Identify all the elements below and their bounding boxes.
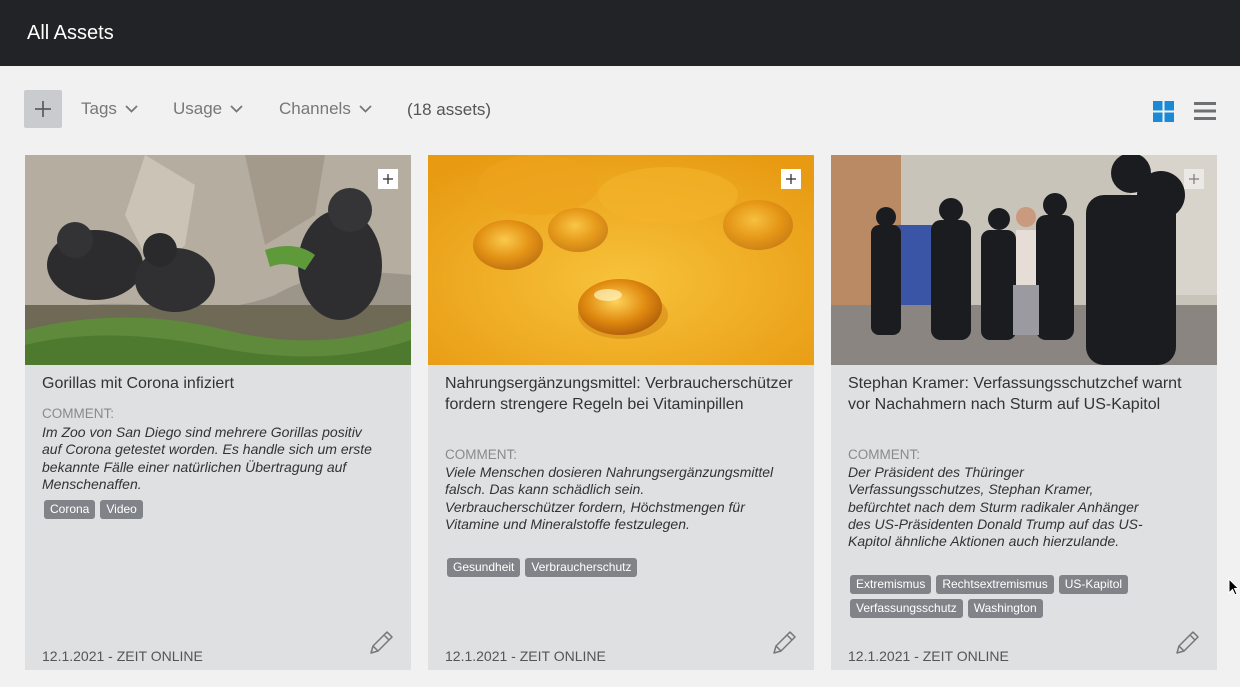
tags-filter-dropdown[interactable]: Tags: [81, 99, 138, 119]
tag-list: Corona Video: [44, 500, 394, 519]
asset-headline[interactable]: Nahrungsergänzungsmittel: Verbrauchersch…: [445, 374, 795, 415]
pencil-icon[interactable]: [367, 629, 395, 657]
asset-date-source: 12.1.2021 - ZEIT ONLINE: [42, 648, 203, 664]
tag[interactable]: Corona: [44, 500, 96, 519]
tag[interactable]: US-Kapitol: [1058, 575, 1129, 594]
asset-headline[interactable]: Stephan Kramer: Verfassungsschutzchef wa…: [848, 374, 1188, 415]
list-view-icon[interactable]: [1194, 101, 1216, 121]
comment-label: COMMENT:: [848, 447, 920, 462]
plus-icon: [1189, 174, 1199, 184]
add-asset-button[interactable]: [24, 90, 62, 128]
asset-thumbnail-vitamins[interactable]: [428, 155, 814, 365]
usage-filter-label: Usage: [173, 99, 223, 118]
comment-label: COMMENT:: [42, 406, 114, 421]
asset-count: (18 assets): [407, 100, 492, 119]
pencil-icon[interactable]: [770, 629, 798, 657]
asset-date-source: 12.1.2021 - ZEIT ONLINE: [445, 648, 606, 664]
asset-headline[interactable]: Gorillas mit Corona infiziert: [42, 374, 392, 395]
asset-date-source: 12.1.2021 - ZEIT ONLINE: [848, 648, 1009, 664]
plus-icon: [786, 174, 796, 184]
comment-text: Der Präsident des Thüringer Verfassungss…: [848, 464, 1143, 550]
asset-thumbnail-police[interactable]: [831, 155, 1217, 365]
asset-card[interactable]: Stephan Kramer: Verfassungsschutzchef wa…: [831, 155, 1217, 670]
tags-filter-label: Tags: [81, 99, 117, 118]
tag[interactable]: Washington: [967, 599, 1043, 618]
asset-thumbnail-gorillas[interactable]: [25, 155, 411, 365]
tag-list: Gesundheit Verbraucherschutz: [447, 558, 797, 577]
mouse-cursor-icon: [1228, 578, 1239, 596]
tag[interactable]: Video: [100, 500, 143, 519]
asset-card[interactable]: Gorillas mit Corona infiziert COMMENT: I…: [25, 155, 411, 670]
tag[interactable]: Verbraucherschutz: [525, 558, 638, 577]
toolbar: Tags Usage Channels (18 assets): [0, 90, 1240, 130]
tag[interactable]: Extremismus: [850, 575, 932, 594]
pencil-icon[interactable]: [1173, 629, 1201, 657]
page-title: All Assets: [27, 22, 114, 44]
asset-card[interactable]: Nahrungsergänzungsmittel: Verbrauchersch…: [428, 155, 814, 670]
comment-text: Im Zoo von San Diego sind mehrere Gorill…: [42, 424, 372, 492]
plus-icon: [35, 101, 51, 117]
add-to-collection-button[interactable]: [378, 169, 398, 189]
chevron-down-icon: [230, 105, 243, 113]
tag-list: Extremismus Rechtsextremismus US-Kapitol…: [850, 575, 1170, 618]
grid-view-icon[interactable]: [1153, 101, 1174, 122]
chevron-down-icon: [125, 105, 138, 113]
add-to-collection-button[interactable]: [781, 169, 801, 189]
tag[interactable]: Verfassungsschutz: [850, 599, 963, 618]
plus-icon: [383, 174, 393, 184]
chevron-down-icon: [359, 105, 372, 113]
comment-label: COMMENT:: [445, 447, 517, 462]
tag[interactable]: Gesundheit: [447, 558, 521, 577]
channels-filter-dropdown[interactable]: Channels: [279, 99, 372, 119]
usage-filter-dropdown[interactable]: Usage: [173, 99, 243, 119]
comment-text: Viele Menschen dosieren Nahrungsergänzun…: [445, 464, 774, 532]
app-header: All Assets: [0, 0, 1240, 66]
tag[interactable]: Rechtsextremismus: [936, 575, 1054, 594]
channels-filter-label: Channels: [279, 99, 351, 118]
add-to-collection-button[interactable]: [1184, 169, 1204, 189]
